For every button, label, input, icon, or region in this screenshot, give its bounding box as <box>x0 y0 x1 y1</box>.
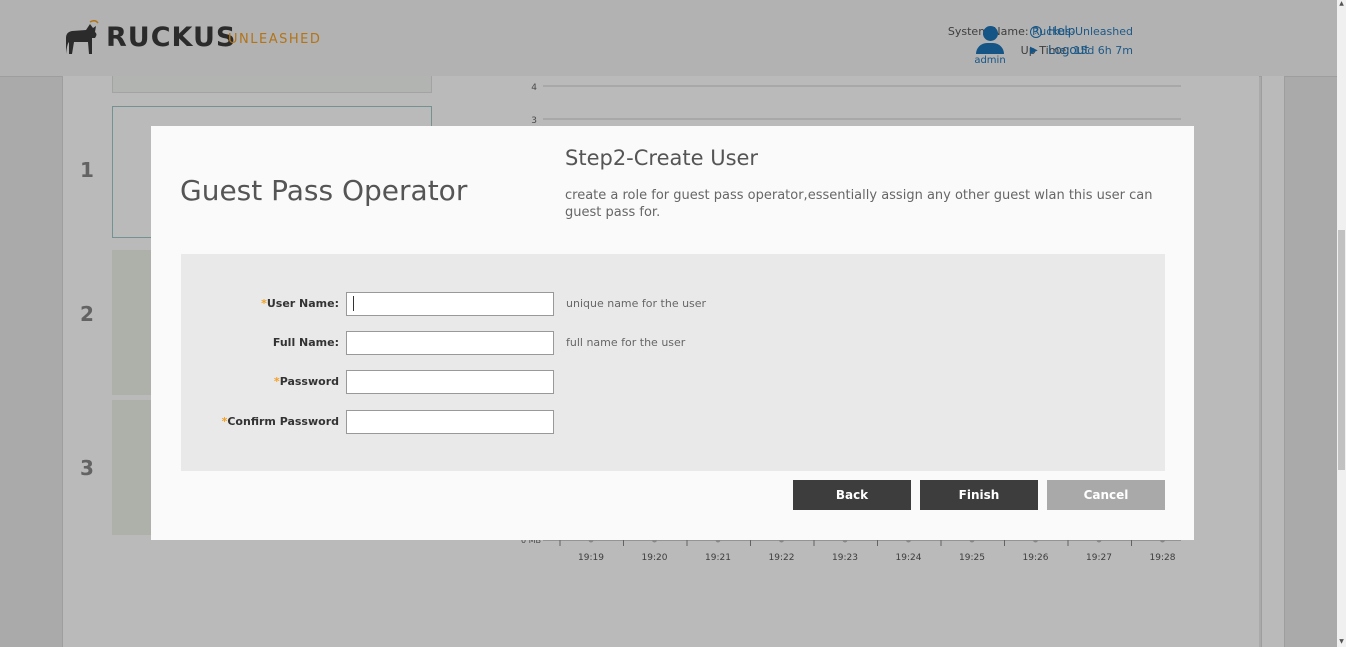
text-caret <box>353 296 354 311</box>
back-button[interactable]: Back <box>793 480 911 510</box>
confirm-password-label-text: Confirm Password <box>227 415 339 428</box>
step-title: Step2-Create User <box>565 146 759 170</box>
full-name-hint: full name for the user <box>566 336 686 349</box>
finish-button[interactable]: Finish <box>920 480 1038 510</box>
confirm-password-label: *Confirm Password <box>222 415 339 428</box>
user-name-row: *User Name: unique name for the user <box>181 292 1165 316</box>
scroll-up-icon[interactable]: ▲ <box>1337 0 1346 9</box>
full-name-row: Full Name: full name for the user <box>181 331 1165 355</box>
user-name-hint: unique name for the user <box>566 297 707 310</box>
create-user-form: *User Name: unique name for the user Ful… <box>181 254 1165 471</box>
scroll-thumb[interactable] <box>1338 230 1345 470</box>
scroll-down-icon[interactable]: ▼ <box>1337 638 1346 647</box>
dialog-title: Guest Pass Operator <box>180 174 468 207</box>
confirm-password-input[interactable] <box>346 410 554 434</box>
user-name-input[interactable] <box>346 292 554 316</box>
password-row: *Password <box>181 370 1165 394</box>
confirm-password-row: *Confirm Password <box>181 410 1165 434</box>
user-name-label: *User Name: <box>261 297 339 310</box>
full-name-input[interactable] <box>346 331 554 355</box>
guest-pass-operator-dialog: Guest Pass Operator Step2-Create User cr… <box>151 126 1194 540</box>
full-name-label: Full Name: <box>272 336 339 349</box>
password-input[interactable] <box>346 370 554 394</box>
cancel-button[interactable]: Cancel <box>1047 480 1165 510</box>
page-scrollbar[interactable]: ▲ ▼ <box>1337 0 1346 647</box>
step-description: create a role for guest pass operator,es… <box>565 188 1153 220</box>
password-label: *Password <box>274 375 339 388</box>
password-label-text: Password <box>279 375 339 388</box>
user-name-label-text: User Name: <box>266 297 339 310</box>
